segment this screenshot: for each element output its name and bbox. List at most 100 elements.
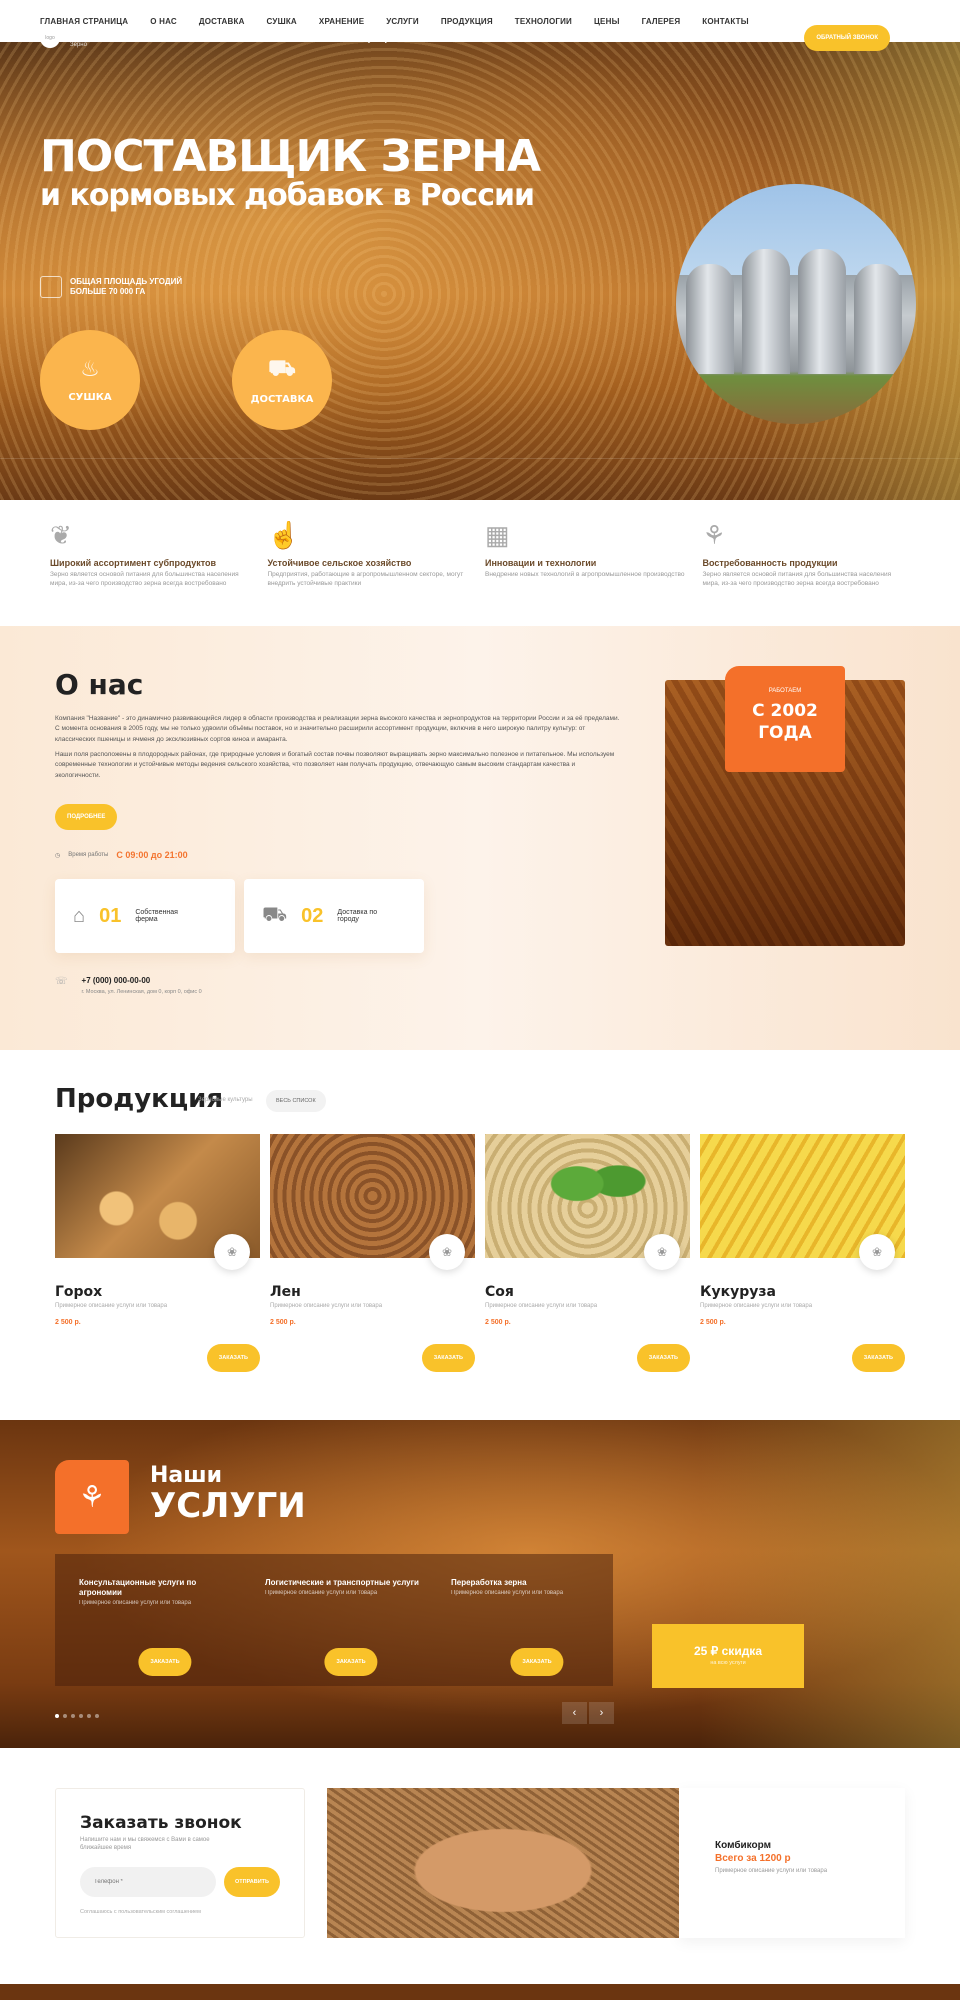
more-button[interactable]: ПОДРОБНЕЕ <box>55 804 118 830</box>
hero-title-main: ПОСТАВЩИК ЗЕРНА <box>40 131 541 182</box>
product-image: ❀ <box>270 1134 475 1270</box>
service-item: Переработка зерна Примерное описание усл… <box>451 1578 611 1676</box>
service-item: Логистические и транспортные услуги Прим… <box>265 1578 425 1676</box>
feed-pellets-image <box>327 1788 679 1938</box>
product-image: ❀ <box>55 1134 260 1270</box>
products-section: Продукция Зерновые культуры ВЕСЬ СПИСОК … <box>0 1050 960 1420</box>
slider-arrows: ‹ › <box>562 1702 614 1724</box>
service-name: Логистические и транспортные услуги <box>265 1578 419 1587</box>
agreement-text[interactable]: Соглашаюсь с пользовательским соглашение… <box>80 1909 280 1915</box>
product-card[interactable]: ❀ Кукуруза Примерное описание услуги или… <box>700 1134 905 1372</box>
clock-icon: ◷ <box>55 852 61 859</box>
flame-icon: ♨ <box>80 357 100 382</box>
submit-button[interactable]: ОТПРАВИТЬ <box>224 1866 280 1897</box>
area-label: ОБЩАЯ ПЛОЩАДЬ УГОДИЙ <box>70 276 183 286</box>
order-button[interactable]: ЗАКАЗАТЬ <box>851 1344 905 1372</box>
arrow-left-icon[interactable]: ‹ <box>562 1702 587 1724</box>
hours-value: С 09:00 до 21:00 <box>116 850 188 860</box>
product-card[interactable]: ❀ Лен Примерное описание услуги или това… <box>270 1134 475 1372</box>
services-title-main: УСЛУГИ <box>150 1486 306 1527</box>
factory-icon <box>40 276 62 298</box>
slider-dot[interactable] <box>71 1714 75 1718</box>
product-name: Лен <box>270 1284 301 1300</box>
phone-icon: ☏ <box>328 32 340 43</box>
offer-card[interactable]: Комбикорм Всего за 1200 р Примерное опис… <box>679 1788 905 1938</box>
header-contacts: ☏ +7 (000) 000-00-00 ⌖ г. Москва, ул. Ле… <box>328 25 890 51</box>
silo-tank <box>854 264 902 374</box>
slider-dot[interactable] <box>87 1714 91 1718</box>
delivery-circle-button[interactable]: ⛟ ДОСТАВКА <box>232 330 332 430</box>
truck-icon: ⛟ <box>262 903 288 926</box>
service-order-button[interactable]: ЗАКАЗАТЬ <box>324 1648 378 1676</box>
feature-title: Инновации и технологии <box>485 558 597 568</box>
advantage-card: ⛟ 02 Доставка по городу <box>244 879 424 953</box>
delivery-label: ДОСТАВКА <box>250 393 314 405</box>
drying-circle-button[interactable]: ♨ СУШКА <box>40 330 140 430</box>
hand-plant-icon: ⚘ <box>702 520 726 550</box>
header-address: г. Москва, ул. Ленинская, дом 0, корп 0,… <box>471 34 625 42</box>
callback-title: Заказать звонок <box>80 1813 242 1833</box>
order-button[interactable]: ЗАКАЗАТЬ <box>421 1344 475 1372</box>
silo-tank <box>686 264 734 374</box>
offer-desc: Примерное описание услуги или товара <box>715 1868 828 1874</box>
slider-dot[interactable] <box>95 1714 99 1718</box>
farm-icon: ⌂ <box>73 904 86 927</box>
slider-dot[interactable] <box>79 1714 83 1718</box>
header-phone[interactable]: +7 (000) 000-00-00 <box>354 33 431 43</box>
brand-subtitle: Зерно <box>70 41 87 48</box>
product-card[interactable]: ❀ Горох Примерное описание услуги или то… <box>55 1134 260 1372</box>
about-section: О нас Компания "Название" - это динамичн… <box>0 626 960 1050</box>
card-number: 01 <box>99 904 122 927</box>
silo-image <box>676 184 916 424</box>
brand-name: Ваше название <box>70 28 168 42</box>
service-order-button[interactable]: ЗАКАЗАТЬ <box>510 1648 564 1676</box>
feature-title: Устойчивое сельское хозяйство <box>267 558 412 568</box>
service-order-button[interactable]: ЗАКАЗАТЬ <box>138 1648 192 1676</box>
products-category[interactable]: Зерновые культуры <box>198 1097 253 1103</box>
product-desc: Примерное описание услуги или товара <box>270 1303 383 1309</box>
callback-desc: Напишите нам и мы свяжемся с Вами в само… <box>80 1837 210 1851</box>
badge-year: С 2002 ГОДА <box>752 701 818 744</box>
phone-icon: ☏ <box>55 976 68 987</box>
services-slider: Консультационные услуги по агрономии При… <box>55 1554 613 1686</box>
card-text: Доставка по городу <box>337 909 378 923</box>
about-title: О нас <box>55 668 144 701</box>
all-products-button[interactable]: ВЕСЬ СПИСОК <box>266 1090 326 1112</box>
slider-dot[interactable] <box>63 1714 67 1718</box>
callback-form: Заказать звонок Напишите нам и мы свяжем… <box>55 1788 305 1938</box>
hero-title-sub: и кормовых добавок в России <box>40 178 535 213</box>
feature-title: Широкий ассортимент субпродуктов <box>50 558 217 568</box>
discount-banner[interactable]: 25 ₽ скидка на всю услуги <box>652 1624 804 1688</box>
since-badge: РАБОТАЕМ С 2002 ГОДА <box>725 666 845 772</box>
services-title: Наши УСЛУГИ <box>150 1463 306 1527</box>
location-pin-icon: ⌖ <box>448 32 454 43</box>
about-contacts: ☏ +7 (000) 000-00-00 г. Москва, ул. Лени… <box>55 976 202 995</box>
service-item: Консультационные услуги по агрономии При… <box>79 1578 239 1676</box>
silo-tank <box>798 249 846 374</box>
header-email[interactable]: mail@company.ru <box>664 35 720 42</box>
logo[interactable]: logo <box>40 28 60 48</box>
product-card[interactable]: ❀ Соя Примерное описание услуги или това… <box>485 1134 690 1372</box>
wheat-icon: ❦ <box>50 520 72 550</box>
feature-item: ❦ Широкий ассортимент субпродуктов Зерно… <box>50 520 268 626</box>
discount-sub: на всю услуги <box>710 1660 746 1666</box>
about-paragraph: Компания "Название" - это динамично разв… <box>55 715 620 743</box>
callback-button[interactable]: ОБРАТНЫЙ ЗВОНОК <box>804 25 890 51</box>
field-icon: ▦ <box>485 520 510 550</box>
arrow-right-icon[interactable]: › <box>589 1702 614 1724</box>
service-desc: Примерное описание услуги или товара <box>79 1600 192 1606</box>
features-row: ❦ Широкий ассортимент субпродуктов Зерно… <box>0 500 960 626</box>
slider-dot[interactable] <box>55 1714 59 1718</box>
feature-desc: Зерно является основой питания для больш… <box>50 571 239 587</box>
whatsapp-icon: ◎ <box>736 32 745 43</box>
order-button[interactable]: ЗАКАЗАТЬ <box>206 1344 260 1372</box>
drying-label: СУШКА <box>68 392 112 403</box>
header-whatsapp[interactable]: whatsapp <box>760 35 790 42</box>
phone-input[interactable] <box>80 1866 216 1897</box>
product-name: Соя <box>485 1284 514 1300</box>
order-button[interactable]: ЗАКАЗАТЬ <box>636 1344 690 1372</box>
about-address: г. Москва, ул. Ленинская, дом 0, корп 0,… <box>81 989 202 995</box>
about-phone[interactable]: +7 (000) 000-00-00 <box>82 976 202 985</box>
mail-icon: ✉ <box>640 32 649 43</box>
footer-strip <box>0 1984 960 2000</box>
